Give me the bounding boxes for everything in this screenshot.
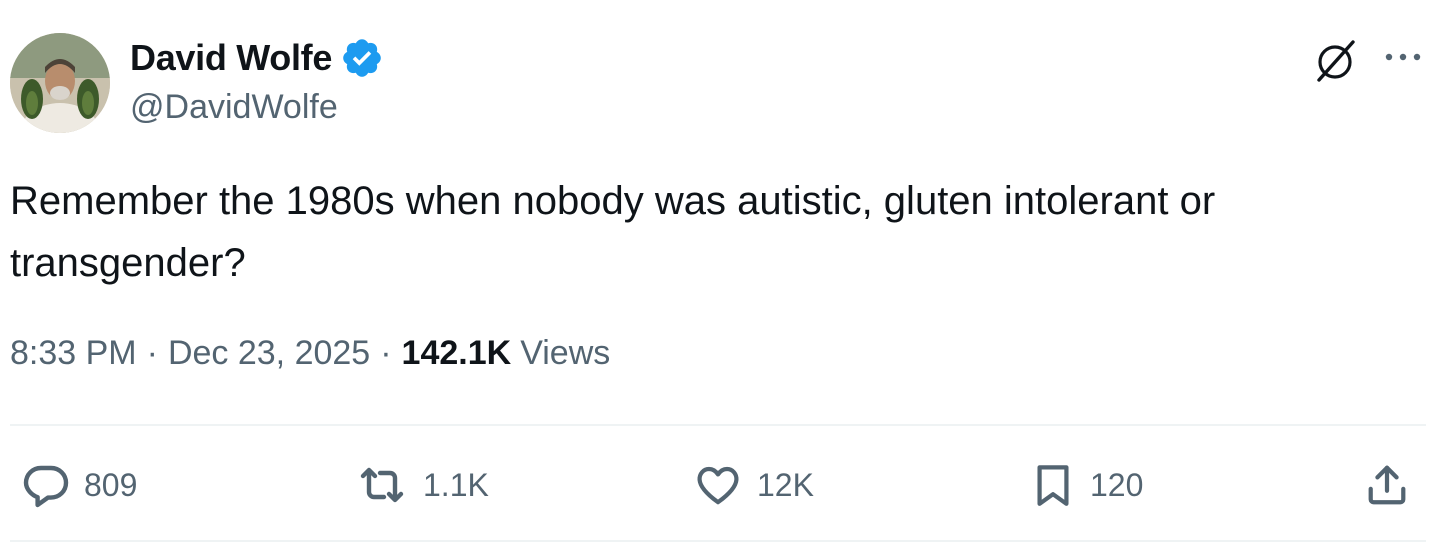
bookmark-button[interactable]: 120	[1030, 455, 1143, 515]
separator-dot: ·	[146, 334, 158, 372]
action-bar: 809 1.1K 12K 120	[0, 455, 1442, 515]
tweet-metadata: 8:33 PM · Dec 23, 2025 · 142.1K Views	[10, 334, 610, 373]
like-button[interactable]: 12K	[693, 455, 814, 515]
repost-count: 1.1K	[423, 466, 489, 503]
divider	[10, 424, 1426, 426]
reply-count: 809	[84, 466, 138, 503]
bookmark-count: 120	[1090, 466, 1144, 503]
tweet-time[interactable]: 8:33 PM	[10, 334, 137, 373]
author-display-name[interactable]: David Wolfe	[130, 37, 332, 79]
views-label: Views	[520, 334, 611, 372]
verified-badge-icon[interactable]	[340, 36, 384, 80]
views-count[interactable]: 142.1K	[402, 334, 512, 373]
author-handle[interactable]: @DavidWolfe	[130, 88, 338, 127]
tweet-text: Remember the 1980s when nobody was autis…	[10, 179, 1216, 285]
separator-dot: ·	[380, 334, 392, 372]
author-name-row[interactable]: David Wolfe	[130, 36, 384, 80]
like-icon	[697, 466, 739, 505]
repost-icon	[360, 467, 404, 503]
grok-icon[interactable]	[1313, 38, 1359, 84]
tweet-date[interactable]: Dec 23, 2025	[168, 334, 370, 373]
like-count: 12K	[757, 466, 814, 503]
reply-icon	[23, 465, 69, 508]
divider	[10, 540, 1426, 542]
avatar-image	[10, 33, 110, 133]
more-icon[interactable]	[1383, 44, 1423, 70]
avatar[interactable]	[10, 33, 110, 133]
bookmark-icon	[1037, 465, 1069, 506]
reply-button[interactable]: 809	[22, 455, 137, 515]
share-button[interactable]	[1364, 455, 1410, 515]
repost-button[interactable]: 1.1K	[355, 455, 489, 515]
share-icon	[1368, 465, 1406, 505]
